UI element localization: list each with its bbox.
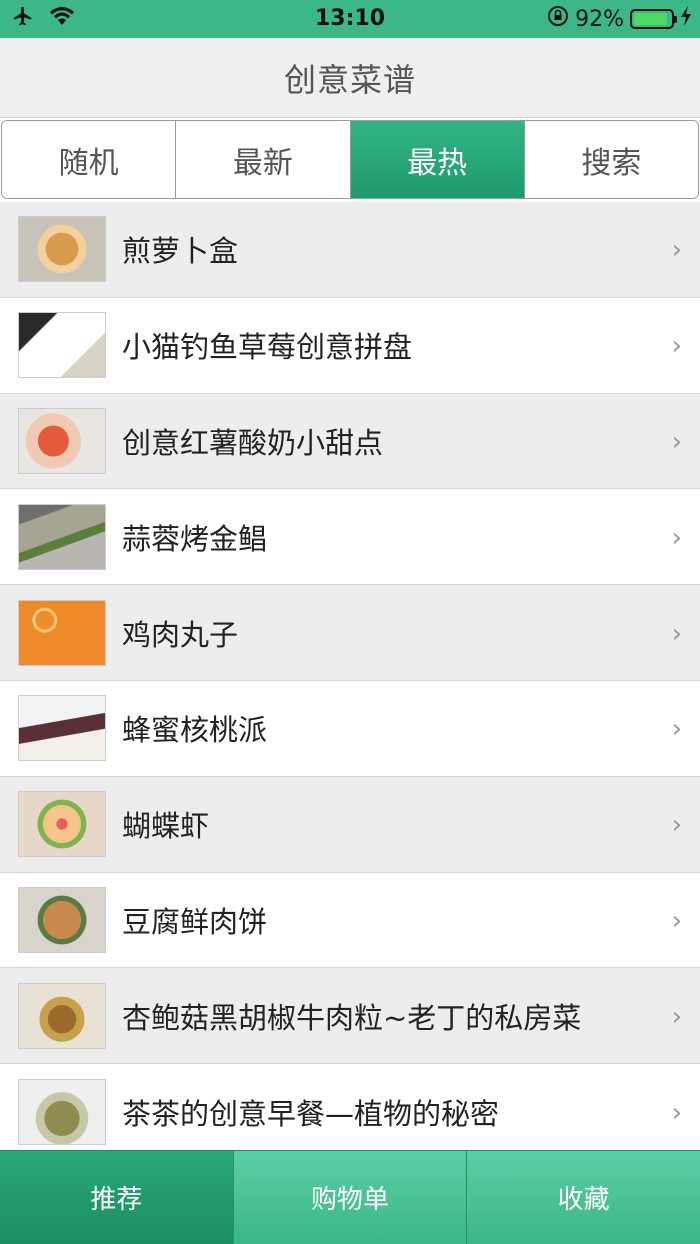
list-item[interactable]: 杏鲍菇黑胡椒牛肉粒~老丁的私房菜 › <box>0 968 700 1065</box>
recipe-title: 茶茶的创意早餐—植物的秘密 <box>122 1096 500 1131</box>
battery-percent: 92% <box>575 6 624 32</box>
recipe-list: 煎萝卜盒 › 小猫钓鱼草莓创意拼盘 › 创意红薯酸奶小甜点 › 蒜蓉烤金鲳 › … <box>0 202 700 1150</box>
status-bar: 13:10 92% <box>0 0 700 38</box>
recipe-title: 鸡肉丸子 <box>122 617 239 652</box>
recipe-thumbnail <box>18 407 106 474</box>
list-item[interactable]: 创意红薯酸奶小甜点 › <box>0 393 700 490</box>
recipe-thumbnail <box>18 599 106 666</box>
recipe-thumbnail <box>18 1078 106 1145</box>
recipe-thumbnail <box>18 312 106 379</box>
battery-level <box>634 13 668 25</box>
recipe-title: 小猫钓鱼草莓创意拼盘 <box>122 330 413 365</box>
recipe-thumbnail <box>18 791 106 858</box>
chevron-right-icon: › <box>671 1001 682 1032</box>
recipe-title: 蝴蝶虾 <box>122 809 210 844</box>
chevron-right-icon: › <box>671 522 682 553</box>
chevron-right-icon: › <box>671 810 682 841</box>
chevron-right-icon: › <box>671 618 682 649</box>
list-item[interactable]: 蝴蝶虾 › <box>0 776 700 873</box>
recipe-title: 杏鲍菇黑胡椒牛肉粒~老丁的私房菜 <box>122 1000 582 1035</box>
segment-newest[interactable]: 最新 <box>176 121 351 198</box>
page-title: 创意菜谱 <box>283 60 416 99</box>
chevron-right-icon: › <box>671 1097 682 1128</box>
segment-random[interactable]: 随机 <box>2 121 177 198</box>
segment-hottest[interactable]: 最热 <box>350 121 525 198</box>
list-item[interactable]: 小猫钓鱼草莓创意拼盘 › <box>0 297 700 394</box>
chevron-right-icon: › <box>671 235 682 266</box>
tab-bar: 推荐 购物单 收藏 <box>0 1150 700 1244</box>
chevron-right-icon: › <box>671 714 682 745</box>
recipe-title: 煎萝卜盒 <box>122 234 239 269</box>
recipe-thumbnail <box>18 695 106 762</box>
list-item[interactable]: 茶茶的创意早餐—植物的秘密 › <box>0 1064 700 1150</box>
list-item[interactable]: 蒜蓉烤金鲳 › <box>0 489 700 586</box>
recipe-thumbnail <box>18 216 106 283</box>
tab-favorites[interactable]: 收藏 <box>467 1151 700 1244</box>
rotation-lock-icon <box>547 5 569 33</box>
tab-recommend[interactable]: 推荐 <box>0 1151 234 1244</box>
tab-shopping-list[interactable]: 购物单 <box>233 1151 468 1244</box>
recipe-title: 创意红薯酸奶小甜点 <box>122 425 384 460</box>
chevron-right-icon: › <box>671 331 682 362</box>
recipe-thumbnail <box>18 982 106 1049</box>
list-item[interactable]: 豆腐鲜肉饼 › <box>0 872 700 969</box>
recipe-title: 豆腐鲜肉饼 <box>122 904 268 939</box>
list-item[interactable]: 煎萝卜盒 › <box>0 202 700 298</box>
list-item[interactable]: 蜂蜜核桃派 › <box>0 680 700 777</box>
segment-search[interactable]: 搜索 <box>524 121 698 198</box>
list-item[interactable]: 鸡肉丸子 › <box>0 585 700 681</box>
recipe-title: 蒜蓉烤金鲳 <box>122 521 268 556</box>
recipe-thumbnail <box>18 886 106 953</box>
segmented-control: 随机 最新 最热 搜索 <box>1 120 699 199</box>
recipe-thumbnail <box>18 503 106 570</box>
recipe-title: 蜂蜜核桃派 <box>122 713 268 748</box>
battery-icon <box>630 9 677 29</box>
status-right: 92% <box>547 0 692 38</box>
chevron-right-icon: › <box>671 905 682 936</box>
nav-bar: 创意菜谱 <box>0 38 700 118</box>
chevron-right-icon: › <box>671 426 682 457</box>
charging-icon <box>680 5 692 33</box>
